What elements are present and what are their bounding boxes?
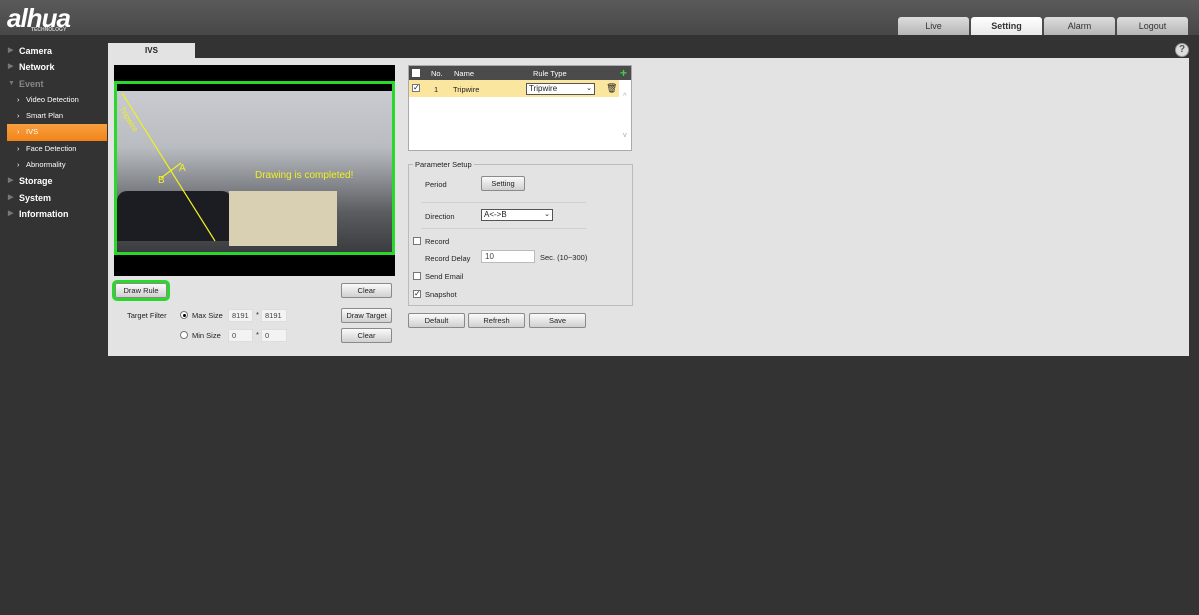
min-width-input[interactable]: 0 bbox=[228, 329, 253, 342]
top-bar: alhua TECHNOLOGY Live Setting Alarm Logou… bbox=[0, 0, 1199, 35]
sidebar-item-video-detection[interactable]: › Video Detection bbox=[0, 92, 107, 108]
clear-rule-button[interactable]: Clear bbox=[341, 283, 392, 298]
video-preview[interactable]: Tripwire A B Drawing is completed! bbox=[114, 65, 395, 276]
add-rule-icon[interactable]: + bbox=[620, 66, 627, 80]
default-button[interactable]: Default bbox=[408, 313, 465, 328]
sidebar-item-storage[interactable]: ▶ Storage bbox=[0, 173, 107, 189]
period-setting-button[interactable]: Setting bbox=[481, 176, 525, 191]
target-filter-label: Target Filter bbox=[127, 311, 167, 320]
triangle-right-icon: ▶ bbox=[8, 47, 14, 54]
snapshot-checkbox[interactable]: ✓ bbox=[413, 290, 421, 298]
chevron-right-icon: › bbox=[17, 127, 20, 137]
record-checkbox[interactable] bbox=[413, 237, 421, 245]
divider bbox=[421, 228, 586, 229]
row-name: Tripwire bbox=[453, 85, 480, 94]
times-sign: * bbox=[256, 330, 259, 339]
min-size-radio[interactable] bbox=[180, 331, 188, 339]
trash-icon[interactable]: 🗑 bbox=[606, 83, 617, 94]
sidebar-item-network[interactable]: ▶ Network bbox=[0, 59, 107, 75]
sidebar-item-face-detection[interactable]: › Face Detection bbox=[0, 141, 107, 157]
sidebar-item-camera[interactable]: ▶ Camera bbox=[0, 43, 107, 59]
record-label: Record bbox=[425, 237, 450, 246]
scroll-up-icon[interactable]: ^ bbox=[623, 91, 627, 100]
sidebar-item-event[interactable]: ▼ Event bbox=[0, 76, 107, 92]
max-height-input[interactable]: 8191 bbox=[261, 309, 287, 322]
col-name: Name bbox=[454, 69, 475, 78]
main-tabs: Live Setting Alarm Logout bbox=[898, 17, 1188, 35]
select-all-checkbox[interactable]: ✓ bbox=[412, 69, 420, 77]
refresh-button[interactable]: Refresh bbox=[468, 313, 525, 328]
rules-table: ✓ No. Name Rule Type + ✓ 1 Tripwire Trip… bbox=[408, 65, 632, 151]
triangle-right-icon: ▶ bbox=[8, 193, 14, 201]
chevron-down-icon: ⌄ bbox=[544, 211, 550, 218]
send-email-checkbox[interactable] bbox=[413, 272, 421, 280]
divider bbox=[421, 202, 586, 203]
record-delay-label: Record Delay bbox=[425, 254, 471, 263]
chevron-down-icon: ⌄ bbox=[586, 85, 592, 92]
col-rule-type: Rule Type bbox=[533, 69, 567, 78]
col-no: No. bbox=[431, 69, 443, 78]
max-size-radio[interactable] bbox=[180, 311, 188, 319]
save-button[interactable]: Save bbox=[529, 313, 586, 328]
rules-table-header: ✓ No. Name Rule Type + bbox=[409, 66, 631, 80]
record-delay-unit: Sec. (10~300) bbox=[540, 253, 588, 262]
clear-target-button[interactable]: Clear bbox=[341, 328, 392, 343]
ivs-panel: Tripwire A B Drawing is completed! Draw … bbox=[108, 58, 1189, 356]
help-icon[interactable]: ? bbox=[1175, 43, 1189, 57]
parameter-setup: Parameter Setup Period Setting Direction… bbox=[408, 160, 633, 306]
scroll-down-icon[interactable]: v bbox=[623, 130, 627, 139]
table-row[interactable]: ✓ 1 Tripwire Tripwire ⌄ 🗑 bbox=[409, 80, 619, 97]
chevron-right-icon: › bbox=[17, 143, 20, 153]
tab-logout[interactable]: Logout bbox=[1117, 17, 1188, 35]
tab-ivs[interactable]: IVS bbox=[108, 43, 195, 59]
min-height-input[interactable]: 0 bbox=[261, 329, 287, 342]
tab-live[interactable]: Live bbox=[898, 17, 969, 35]
chevron-right-icon: › bbox=[17, 94, 20, 104]
max-width-input[interactable]: 8191 bbox=[228, 309, 253, 322]
record-delay-input[interactable]: 10 bbox=[481, 250, 535, 263]
parameter-setup-legend: Parameter Setup bbox=[413, 160, 474, 169]
sidebar-item-smart-plan[interactable]: › Smart Plan bbox=[0, 108, 107, 124]
draw-target-button[interactable]: Draw Target bbox=[341, 308, 392, 323]
sidebar-item-abnormality[interactable]: › Abnormality bbox=[0, 157, 107, 173]
triangle-down-icon: ▼ bbox=[8, 79, 15, 87]
direction-select[interactable]: A<->B ⌄ bbox=[481, 209, 553, 221]
period-label: Period bbox=[425, 180, 447, 189]
drawing-status: Drawing is completed! bbox=[255, 170, 354, 181]
chevron-right-icon: › bbox=[17, 160, 20, 170]
point-a-label: A bbox=[179, 163, 186, 174]
detection-region: Tripwire A B Drawing is completed! bbox=[114, 81, 395, 255]
camera-image: Tripwire A B Drawing is completed! bbox=[117, 91, 392, 252]
max-size-label: Max Size bbox=[192, 311, 223, 320]
times-sign: * bbox=[256, 310, 259, 319]
tripwire-line bbox=[121, 92, 216, 242]
sidebar-item-information[interactable]: ▶ Information bbox=[0, 206, 107, 222]
dahua-logo: alhua TECHNOLOGY bbox=[7, 3, 71, 33]
sidebar-item-system[interactable]: ▶ System bbox=[0, 190, 107, 206]
row-checkbox[interactable]: ✓ bbox=[412, 84, 420, 92]
triangle-right-icon: ▶ bbox=[8, 177, 14, 185]
row-no: 1 bbox=[434, 85, 439, 94]
triangle-right-icon: ▶ bbox=[8, 63, 14, 71]
tab-setting[interactable]: Setting bbox=[971, 17, 1042, 35]
min-size-label: Min Size bbox=[192, 331, 221, 340]
sidebar: ▶ Camera ▶ Network ▼ Event › Video Detection… bbox=[0, 43, 107, 222]
send-email-label: Send Email bbox=[425, 272, 464, 281]
triangle-right-icon: ▶ bbox=[8, 209, 14, 217]
point-b-label: B bbox=[158, 175, 165, 186]
rule-type-select[interactable]: Tripwire ⌄ bbox=[526, 83, 595, 95]
sidebar-item-ivs[interactable]: › IVS bbox=[7, 124, 107, 141]
tab-alarm[interactable]: Alarm bbox=[1044, 17, 1115, 35]
draw-rule-button[interactable]: Draw Rule bbox=[112, 280, 170, 301]
direction-label: Direction bbox=[425, 212, 455, 221]
chevron-right-icon: › bbox=[17, 111, 20, 121]
snapshot-label: Snapshot bbox=[425, 290, 457, 299]
